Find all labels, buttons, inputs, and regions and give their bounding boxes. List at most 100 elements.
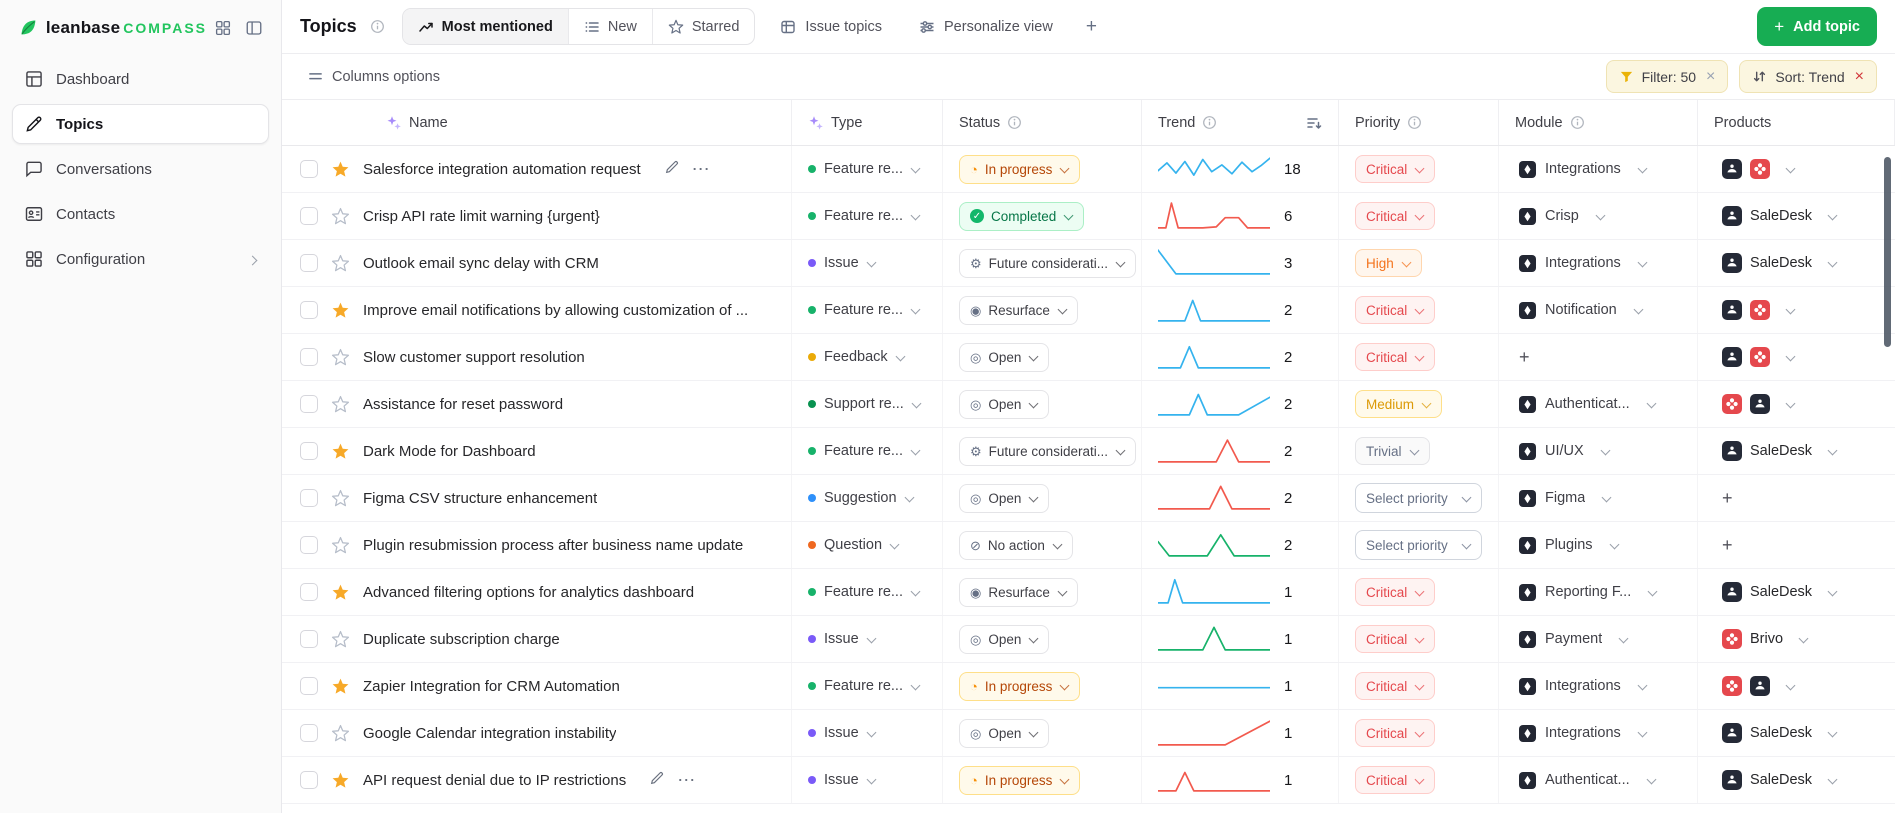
row-checkbox[interactable] <box>300 583 318 601</box>
type-cell[interactable]: Issue <box>792 757 943 803</box>
topic-name[interactable]: Crisp API rate limit warning {urgent} <box>363 208 600 225</box>
star-toggle[interactable] <box>331 348 350 367</box>
row-checkbox[interactable] <box>300 207 318 225</box>
row-checkbox[interactable] <box>300 536 318 554</box>
topic-name[interactable]: Salesforce integration automation reques… <box>363 161 641 178</box>
star-toggle[interactable] <box>331 771 350 790</box>
star-toggle[interactable] <box>331 724 350 743</box>
row-checkbox[interactable] <box>300 160 318 178</box>
type-cell[interactable]: Issue <box>792 710 943 756</box>
priority-badge[interactable]: Critical <box>1355 296 1436 324</box>
remove-sort-icon[interactable]: × <box>1855 68 1864 85</box>
type-cell[interactable]: Feature re... <box>792 569 943 615</box>
topic-name[interactable]: Plugin resubmission process after busine… <box>363 537 743 554</box>
module-cell[interactable]: Figma <box>1499 475 1698 521</box>
star-toggle[interactable] <box>331 677 350 696</box>
topic-name[interactable]: Google Calendar integration instability <box>363 725 616 742</box>
table-row[interactable]: Salesforce integration automation reques… <box>282 146 1895 193</box>
products-cell[interactable] <box>1698 334 1895 380</box>
star-toggle[interactable] <box>331 442 350 461</box>
products-cell[interactable] <box>1698 287 1895 333</box>
status-badge[interactable]: ◎ Open <box>959 483 1050 513</box>
status-badge[interactable]: ◔ In progress <box>959 154 1081 184</box>
topic-name[interactable]: Figma CSV structure enhancement <box>363 490 597 507</box>
module-cell[interactable]: Payment <box>1499 616 1698 662</box>
vertical-scrollbar[interactable] <box>1884 157 1891 347</box>
table-row[interactable]: Plugin resubmission process after busine… <box>282 522 1895 569</box>
collapse-sidebar-icon[interactable] <box>245 19 263 37</box>
row-checkbox[interactable] <box>300 489 318 507</box>
tab-personalize-view[interactable]: Personalize view <box>907 8 1065 45</box>
module-cell[interactable]: Authenticat... <box>1499 757 1698 803</box>
tab-most-mentioned[interactable]: Most mentioned <box>402 9 569 44</box>
module-cell[interactable]: Integrations <box>1499 663 1698 709</box>
topic-name[interactable]: Outlook email sync delay with CRM <box>363 255 599 272</box>
type-cell[interactable]: Issue <box>792 616 943 662</box>
table-row[interactable]: Improve email notifications by allowing … <box>282 287 1895 334</box>
module-cell[interactable]: UI/UX <box>1499 428 1698 474</box>
add-topic-button[interactable]: + Add topic <box>1757 7 1877 46</box>
status-badge[interactable]: ◔ In progress <box>959 765 1081 795</box>
columns-options-button[interactable]: Columns options <box>308 69 440 85</box>
table-row[interactable]: Advanced filtering options for analytics… <box>282 569 1895 616</box>
star-toggle[interactable] <box>331 536 350 555</box>
table-row[interactable]: Slow customer support resolution Feedbac… <box>282 334 1895 381</box>
table-row[interactable]: Duplicate subscription charge Issue ◎ Ope… <box>282 616 1895 663</box>
topic-name[interactable]: Advanced filtering options for analytics… <box>363 584 694 601</box>
priority-badge[interactable]: Critical <box>1355 719 1436 747</box>
sort-descending-icon[interactable] <box>1306 115 1322 131</box>
type-cell[interactable]: Feature re... <box>792 428 943 474</box>
sort-chip[interactable]: Sort: Trend × <box>1739 60 1877 93</box>
star-toggle[interactable] <box>331 160 350 179</box>
star-toggle[interactable] <box>331 583 350 602</box>
status-badge[interactable]: ⚙ Future considerati... <box>959 248 1136 278</box>
sidebar-item-dashboard[interactable]: Dashboard <box>12 59 269 99</box>
module-cell[interactable]: Reporting F... <box>1499 569 1698 615</box>
module-cell[interactable]: + <box>1499 334 1698 380</box>
priority-badge[interactable]: Medium <box>1355 390 1443 418</box>
more-actions-icon[interactable]: ⋯ <box>692 160 711 178</box>
status-badge[interactable]: ⚙ Future considerati... <box>959 436 1136 466</box>
type-cell[interactable]: Feedback <box>792 334 943 380</box>
row-checkbox[interactable] <box>300 771 318 789</box>
sidebar-item-topics[interactable]: Topics <box>12 104 269 144</box>
topic-name[interactable]: Improve email notifications by allowing … <box>363 302 748 319</box>
table-row[interactable]: Zapier Integration for CRM Automation Fe… <box>282 663 1895 710</box>
column-header-priority[interactable]: Priority <box>1339 100 1499 145</box>
status-badge[interactable]: ◎ Open <box>959 624 1050 654</box>
priority-badge[interactable]: Critical <box>1355 155 1436 183</box>
sidebar-item-contacts[interactable]: Contacts <box>12 194 269 234</box>
priority-badge[interactable]: High <box>1355 249 1422 277</box>
products-cell[interactable] <box>1698 146 1895 192</box>
topic-name[interactable]: Dark Mode for Dashboard <box>363 443 536 460</box>
column-header-type[interactable]: Type <box>792 100 943 145</box>
priority-badge[interactable]: Critical <box>1355 766 1436 794</box>
column-header-name[interactable]: Name <box>282 100 792 145</box>
row-checkbox[interactable] <box>300 254 318 272</box>
row-checkbox[interactable] <box>300 442 318 460</box>
row-checkbox[interactable] <box>300 677 318 695</box>
table-row[interactable]: Assistance for reset password Support re… <box>282 381 1895 428</box>
table-row[interactable]: Figma CSV structure enhancement Suggesti… <box>282 475 1895 522</box>
priority-select-dropdown[interactable]: Select priority <box>1355 483 1482 513</box>
type-cell[interactable]: Feature re... <box>792 146 943 192</box>
status-badge[interactable]: ◉ Resurface <box>959 295 1078 325</box>
module-cell[interactable]: Crisp <box>1499 193 1698 239</box>
edit-icon[interactable] <box>649 770 665 791</box>
module-cell[interactable]: Integrations <box>1499 240 1698 286</box>
type-cell[interactable]: Feature re... <box>792 663 943 709</box>
products-cell[interactable]: + <box>1698 522 1895 568</box>
star-toggle[interactable] <box>331 301 350 320</box>
priority-select-dropdown[interactable]: Select priority <box>1355 530 1482 560</box>
products-cell[interactable] <box>1698 381 1895 427</box>
topic-name[interactable]: API request denial due to IP restriction… <box>363 772 626 789</box>
products-cell[interactable]: Brivo <box>1698 616 1895 662</box>
tab-new[interactable]: New <box>569 9 653 44</box>
type-cell[interactable]: Feature re... <box>792 193 943 239</box>
tab-issue-topics[interactable]: Issue topics <box>768 8 894 45</box>
status-badge[interactable]: ✓ Completed <box>959 201 1085 231</box>
row-checkbox[interactable] <box>300 348 318 366</box>
topic-name[interactable]: Slow customer support resolution <box>363 349 585 366</box>
table-row[interactable]: Outlook email sync delay with CRM Issue … <box>282 240 1895 287</box>
edit-icon[interactable] <box>664 159 680 180</box>
